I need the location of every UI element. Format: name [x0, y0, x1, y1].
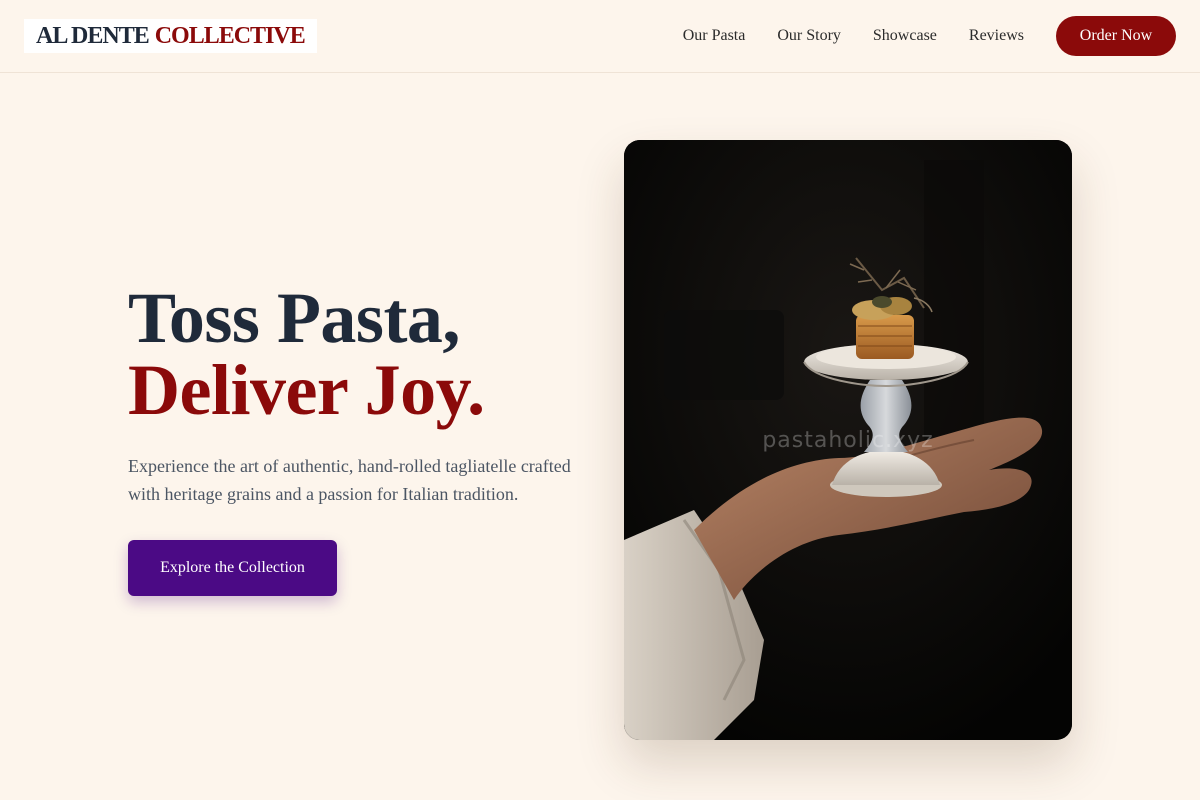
hero-title-line-2: Deliver Joy.	[128, 350, 485, 430]
main-nav: Our Pasta Our Story Showcase Reviews Ord…	[683, 16, 1176, 56]
nav-link-reviews[interactable]: Reviews	[969, 27, 1024, 45]
hero-description: Experience the art of authentic, hand-ro…	[128, 456, 571, 504]
hero-image: pastaholic.xyz	[624, 140, 1072, 740]
hero-title-line-1: Toss Pasta,	[128, 278, 460, 358]
hero-title: Toss Pasta, Deliver Joy.	[128, 282, 485, 426]
nav-link-our-story[interactable]: Our Story	[777, 27, 841, 45]
brand-name-accent: COLLECTIVE	[154, 22, 306, 49]
image-watermark: pastaholic.xyz	[762, 428, 934, 453]
nav-link-showcase[interactable]: Showcase	[873, 27, 937, 45]
site-header: AL DENTE COLLECTIVE Our Pasta Our Story …	[0, 0, 1200, 73]
nav-link-our-pasta[interactable]: Our Pasta	[683, 27, 746, 45]
order-now-button[interactable]: Order Now	[1056, 16, 1176, 56]
brand-logo[interactable]: AL DENTE COLLECTIVE	[24, 19, 317, 53]
explore-collection-button[interactable]: Explore the Collection	[128, 540, 337, 596]
brand-name-primary: AL DENTE	[36, 22, 150, 49]
